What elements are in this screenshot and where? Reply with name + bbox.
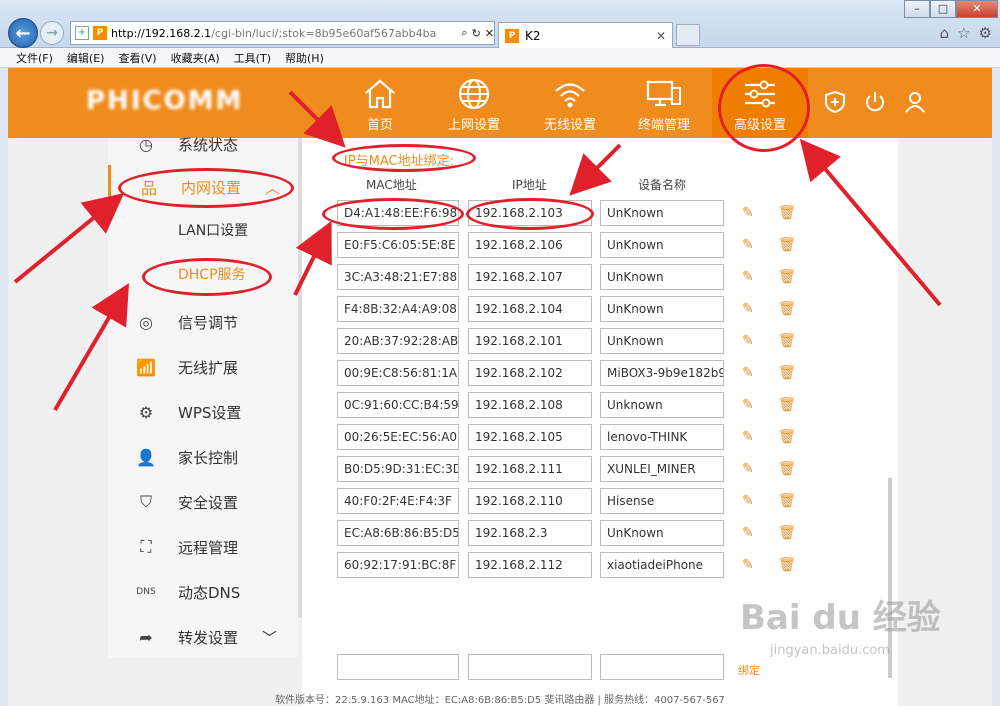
baidu-watermark: Bai du 经验 jingyan.baidu.com <box>740 598 941 658</box>
